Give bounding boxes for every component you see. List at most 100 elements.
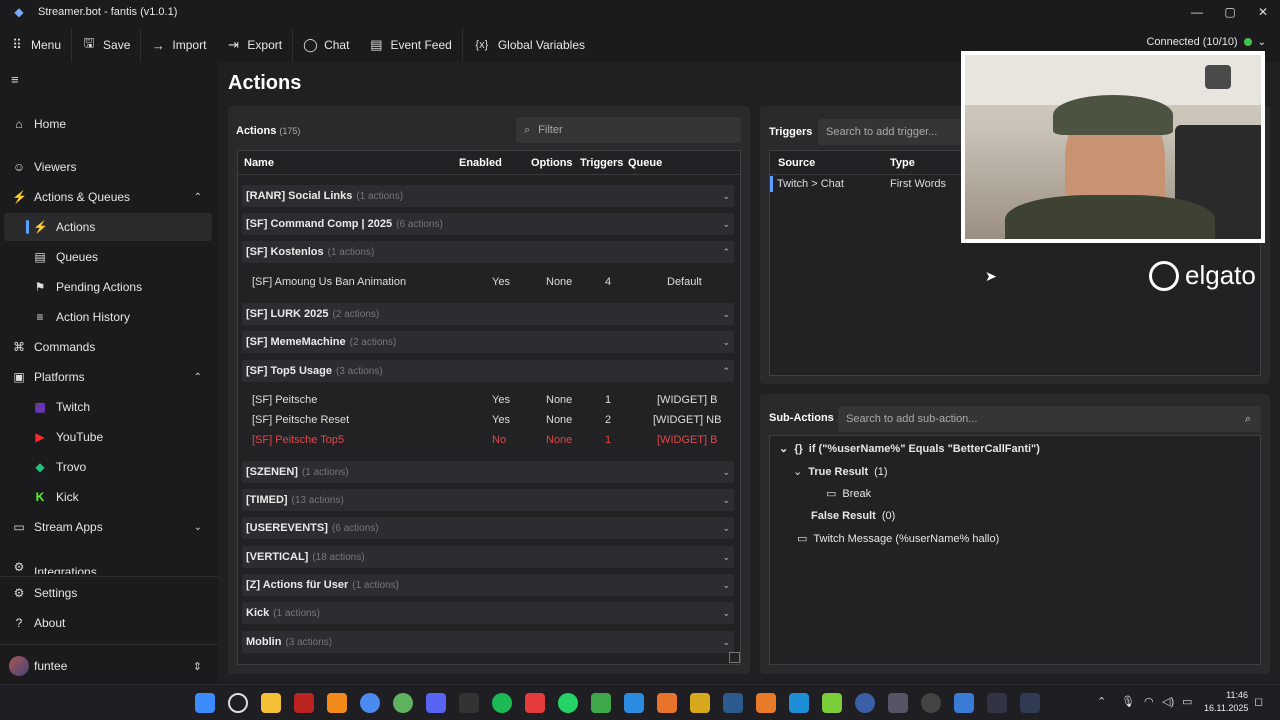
column-header-triggers[interactable]: Triggers [580, 157, 623, 169]
subaction-if[interactable]: ⌄ {} if ("%userName%" Equals "BetterCallFa… [779, 442, 1040, 456]
row-triggers: 1 [605, 434, 612, 446]
column-header-queue[interactable]: Queue [628, 157, 662, 169]
global-variables-button[interactable]: {x} Global Variables [463, 28, 595, 62]
search-icon[interactable] [228, 693, 248, 713]
action-group-szenen[interactable]: [SZENEN] (1 actions) ⌄ [242, 461, 734, 483]
action-group-moblin[interactable]: Moblin (3 actions) ⌄ [242, 631, 734, 653]
minimize-button[interactable]: — [1180, 0, 1214, 24]
export-button[interactable]: ⇥ Export [216, 28, 292, 62]
sidebar-item-platforms[interactable]: ▣ Platforms ⌃ [0, 363, 218, 391]
sidebar-item-trovo[interactable]: ◆ Trovo [0, 453, 218, 481]
davinci-icon[interactable] [987, 693, 1007, 713]
table-row[interactable]: [SF] Peitsche Reset Yes None 2 [WIDGET] NB [242, 410, 734, 430]
sidebar-item-pending-actions[interactable]: ⚑ Pending Actions [0, 273, 218, 301]
action-group-userevents[interactable]: [USEREVENTS] (6 actions) ⌄ [242, 517, 734, 539]
app-icon[interactable] [525, 693, 545, 713]
export-icon: ⇥ [227, 37, 239, 52]
subaction-twitch-message[interactable]: ▭ Twitch Message (%userName% hallo) [797, 532, 999, 546]
menu-button[interactable]: ⠿ Menu [0, 28, 71, 62]
epic-games-icon[interactable] [459, 693, 479, 713]
streamerbot-icon[interactable] [954, 693, 974, 713]
whatsapp-icon[interactable] [558, 693, 578, 713]
microphone-icon[interactable]: 🎙 [1121, 695, 1135, 708]
app-icon[interactable] [855, 693, 875, 713]
action-group-mememachine[interactable]: [SF] MemeMachine (2 actions) ⌄ [242, 331, 734, 353]
wifi-icon[interactable]: ◠ [1144, 695, 1154, 708]
sidebar-item-commands[interactable]: ⌘ Commands [0, 333, 218, 361]
chat-button[interactable]: ◯ Chat [293, 28, 359, 62]
app-icon[interactable] [1020, 693, 1040, 713]
column-header-source[interactable]: Source [778, 157, 815, 169]
connection-label: Connected (10/10) [1146, 36, 1238, 48]
obs-icon[interactable] [921, 693, 941, 713]
sidebar-item-twitch[interactable]: ▩ Twitch [0, 393, 218, 421]
steam-icon[interactable] [723, 693, 743, 713]
chrome-profile-icon[interactable] [393, 693, 413, 713]
action-group-ranr-social-links[interactable]: [RANR] Social Links (1 actions) ⌄ [242, 185, 734, 207]
app-icon[interactable] [822, 693, 842, 713]
hamburger-icon[interactable]: ≡ [11, 72, 19, 87]
action-group-vertical[interactable]: [VERTICAL] (18 actions) ⌄ [242, 546, 734, 568]
action-group-command-comp[interactable]: [SF] Command Comp | 2025 (6 actions) ⌄ [242, 213, 734, 235]
sidebar-item-youtube[interactable]: ▶ YouTube [0, 423, 218, 451]
column-header-options[interactable]: Options [531, 157, 573, 169]
action-group-lurk[interactable]: [SF] LURK 2025 (2 actions) ⌄ [242, 303, 734, 325]
sidebar-item-integrations[interactable]: ⚙ Integrations [0, 562, 218, 574]
sidebar-item-settings[interactable]: ⚙ Settings [0, 579, 218, 607]
column-header-name[interactable]: Name [244, 157, 274, 169]
sidebar-item-stream-apps[interactable]: ▭ Stream Apps ⌄ [0, 513, 218, 541]
table-row[interactable]: [SF] Peitsche Yes None 1 [WIDGET] B [242, 390, 734, 410]
sidebar-item-actions[interactable]: ⚡ Actions [4, 213, 212, 241]
column-header-enabled[interactable]: Enabled [459, 157, 502, 169]
tray-chevron-icon[interactable]: ⌃ [1097, 695, 1106, 708]
event-feed-button[interactable]: ▤ Event Feed [359, 28, 461, 62]
sidebar-item-home[interactable]: ⌂ Home [0, 110, 218, 138]
sidebar-item-queues[interactable]: ▤ Queues [0, 243, 218, 271]
spotify-icon[interactable] [492, 693, 512, 713]
action-group-top5-usage[interactable]: [SF] Top5 Usage (3 actions) ⌃ [242, 360, 734, 382]
action-group-timed[interactable]: [TIMED] (13 actions) ⌄ [242, 489, 734, 511]
battery-icon[interactable]: ▭ [1182, 695, 1192, 708]
sidebar-item-label: Viewers [34, 160, 77, 174]
close-button[interactable]: ✕ [1246, 0, 1280, 24]
notification-icon[interactable]: ◻ [1254, 695, 1263, 708]
vlc-icon[interactable] [327, 693, 347, 713]
sidebar-item-kick[interactable]: K Kick [0, 483, 218, 511]
sidebar-item-viewers[interactable]: ☺ Viewers [0, 153, 218, 181]
save-button[interactable]: 🖫 Save [72, 28, 140, 62]
windows-start-icon[interactable] [195, 693, 215, 713]
resize-grip[interactable] [729, 652, 740, 663]
filter-input[interactable]: ⌕ Filter [516, 117, 741, 143]
app-icon[interactable] [591, 693, 611, 713]
maximize-button[interactable]: ▢ [1213, 0, 1247, 24]
sidebar-item-actions-queues[interactable]: ⚡ Actions & Queues ⌃ [0, 183, 218, 211]
user-profile[interactable]: funtee ⇕ [0, 652, 218, 680]
table-row[interactable]: [SF] Peitsche Top5 No None 1 [WIDGET] B [242, 430, 734, 450]
app-icon[interactable] [657, 693, 677, 713]
file-explorer-icon[interactable] [261, 693, 281, 713]
sidebar-item-action-history[interactable]: ≡ Action History [0, 303, 218, 331]
column-header-type[interactable]: Type [890, 157, 915, 169]
action-group-kick[interactable]: Kick (1 actions) ⌄ [242, 602, 734, 624]
subaction-false-result[interactable]: False Result (0) [811, 510, 895, 522]
chrome-icon[interactable] [360, 693, 380, 713]
app-icon[interactable] [690, 693, 710, 713]
table-row[interactable]: [SF] Amoung Us Ban Animation Yes None 4 Defa… [242, 272, 734, 292]
filezilla-icon[interactable] [294, 693, 314, 713]
connection-status[interactable]: Connected (10/10) ⌄ [1146, 36, 1266, 48]
import-button[interactable]: → Import [141, 28, 216, 62]
subaction-search-input[interactable]: Search to add sub-action... ⌕ [838, 406, 1261, 432]
action-group-kostenlos[interactable]: [SF] Kostenlos (1 actions) ⌃ [242, 241, 734, 263]
discord-icon[interactable] [426, 693, 446, 713]
volume-icon[interactable]: ◁) [1162, 695, 1174, 708]
app-icon[interactable] [756, 693, 776, 713]
vscode-icon[interactable] [624, 693, 644, 713]
app-icon[interactable] [888, 693, 908, 713]
subaction-break[interactable]: ▭ Break [826, 487, 871, 501]
clock[interactable]: 11:46 16.11.2025 [1204, 689, 1248, 715]
sidebar-item-about[interactable]: ? About [0, 609, 218, 637]
subaction-true-result[interactable]: ⌄ True Result (1) [793, 465, 888, 479]
row-queue: [WIDGET] B [657, 434, 718, 446]
action-group-actions-fur-user[interactable]: [Z] Actions für User (1 actions) ⌄ [242, 574, 734, 596]
app-icon[interactable] [789, 693, 809, 713]
